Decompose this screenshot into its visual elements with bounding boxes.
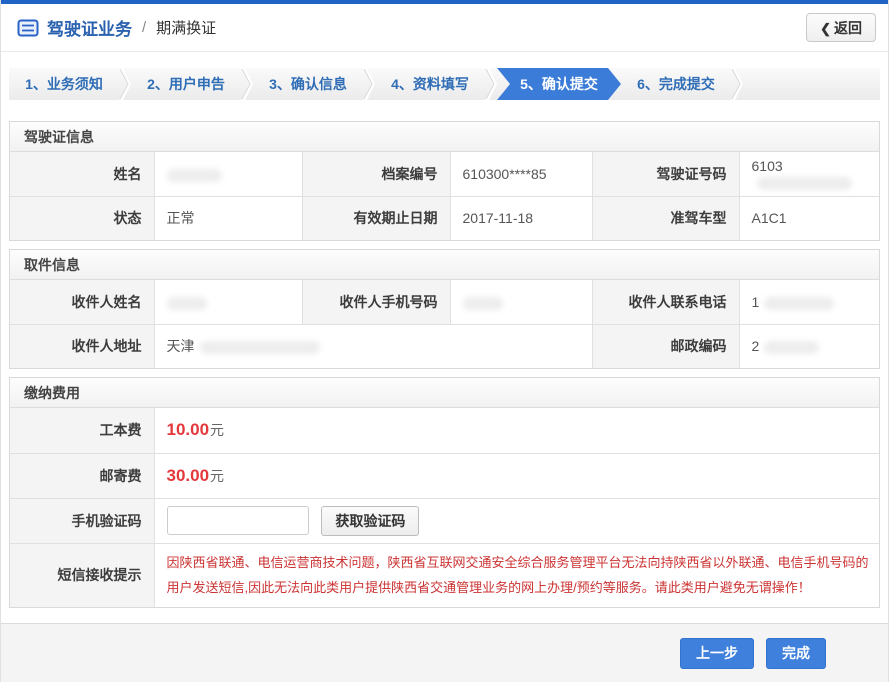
- step-3-confirm-info: 3、确认信息: [253, 68, 363, 100]
- license-info-section: 驾驶证信息 姓名 档案编号 610300****85 驾驶证号码 6103 状态…: [9, 121, 880, 241]
- expiry-value: 2017-11-18: [450, 196, 592, 240]
- license-section-title: 驾驶证信息: [10, 122, 879, 152]
- name-value: [154, 152, 302, 196]
- pickup-section-title: 取件信息: [10, 250, 879, 280]
- recipient-name-label: 收件人姓名: [10, 280, 154, 324]
- sms-notice-label: 短信接收提示: [10, 543, 154, 607]
- fees-section: 缴纳费用 工本费 10.00元 邮寄费 30.00元 手机验证码 获取验证码 短…: [9, 377, 880, 608]
- file-number-value: 610300****85: [450, 152, 592, 196]
- product-fee-amount: 10.00: [167, 420, 210, 439]
- back-button-label: 返回: [834, 20, 862, 36]
- breadcrumb: 驾驶证业务 / 期满换证: [17, 15, 216, 40]
- recipient-name-value: [154, 280, 302, 324]
- table-row: 姓名 档案编号 610300****85 驾驶证号码 6103: [10, 152, 879, 196]
- license-number-prefix: 6103: [752, 158, 783, 174]
- redacted-zip: [764, 341, 819, 354]
- table-row: 收件人地址 天津 邮政编码 2: [10, 324, 879, 368]
- fees-table: 工本费 10.00元 邮寄费 30.00元 手机验证码 获取验证码 短信接收提示…: [10, 408, 879, 607]
- license-info-table: 姓名 档案编号 610300****85 驾驶证号码 6103 状态 正常 有效…: [10, 152, 879, 240]
- address-value: 天津: [154, 324, 592, 368]
- zip-prefix: 2: [752, 338, 760, 354]
- recipient-mobile-value: [450, 280, 592, 324]
- expiry-label: 有效期止日期: [302, 196, 450, 240]
- contact-phone-prefix: 1: [752, 294, 760, 310]
- pickup-info-section: 取件信息 收件人姓名 收件人手机号码 收件人联系电话 1 收件人地址 天津 邮政…: [9, 249, 880, 369]
- license-number-value: 6103: [739, 152, 879, 196]
- step-4-fill-data: 4、资料填写: [375, 68, 485, 100]
- redacted-address: [200, 341, 320, 354]
- page: 驾驶证业务 / 期满换证 ❮返回 1、业务须知 2、用户申告 3、确认信息 4、…: [0, 0, 889, 682]
- step-separator-icon: [731, 68, 743, 100]
- address-label: 收件人地址: [10, 324, 154, 368]
- step-1-notice: 1、业务须知: [9, 68, 119, 100]
- step-5-confirm-submit-active: 5、确认提交: [497, 68, 621, 100]
- contact-phone-value: 1: [739, 280, 879, 324]
- address-prefix: 天津: [167, 338, 195, 354]
- previous-step-button[interactable]: 上一步: [680, 638, 754, 669]
- page-title: 驾驶证业务: [47, 15, 132, 40]
- step-2-declaration: 2、用户申告: [131, 68, 241, 100]
- status-label: 状态: [10, 196, 154, 240]
- captcha-input[interactable]: [167, 506, 309, 535]
- step-separator-icon: [485, 68, 497, 100]
- step-6-complete: 6、完成提交: [621, 68, 731, 100]
- file-number-label: 档案编号: [302, 152, 450, 196]
- sms-notice-cell: 因陕西省联通、电信运营商技术问题，陕西省互联网交通安全综合服务管理平台无法向持陕…: [154, 543, 879, 607]
- product-fee-label: 工本费: [10, 408, 154, 453]
- step-separator-icon: [119, 68, 131, 100]
- contact-phone-label: 收件人联系电话: [592, 280, 739, 324]
- chevron-left-icon: ❮: [820, 21, 831, 36]
- step-separator-icon: [241, 68, 253, 100]
- zip-value: 2: [739, 324, 879, 368]
- redacted-license-number: [757, 177, 852, 190]
- step-separator-icon: [363, 68, 375, 100]
- zip-label: 邮政编码: [592, 324, 739, 368]
- status-value: 正常: [154, 196, 302, 240]
- table-row: 手机验证码 获取验证码: [10, 498, 879, 543]
- product-fee-value: 10.00元: [154, 408, 879, 453]
- postage-fee-amount: 30.00: [167, 466, 210, 485]
- page-subtitle: 期满换证: [156, 17, 216, 38]
- table-row: 工本费 10.00元: [10, 408, 879, 453]
- redacted-mobile: [463, 297, 503, 310]
- back-button[interactable]: ❮返回: [806, 13, 876, 42]
- fees-section-title: 缴纳费用: [10, 378, 879, 408]
- redacted-name: [167, 169, 222, 182]
- redacted-recipient-name: [167, 297, 207, 310]
- table-row: 短信接收提示 因陕西省联通、电信运营商技术问题，陕西省互联网交通安全综合服务管理…: [10, 543, 879, 607]
- sms-notice-text: 因陕西省联通、电信运营商技术问题，陕西省互联网交通安全综合服务管理平台无法向持陕…: [167, 544, 880, 607]
- header: 驾驶证业务 / 期满换证 ❮返回: [1, 4, 888, 52]
- list-icon: [17, 19, 39, 37]
- postage-fee-value: 30.00元: [154, 453, 879, 498]
- postage-fee-label: 邮寄费: [10, 453, 154, 498]
- step-wizard: 1、业务须知 2、用户申告 3、确认信息 4、资料填写 5、确认提交 6、完成提…: [9, 68, 880, 100]
- recipient-mobile-label: 收件人手机号码: [302, 280, 450, 324]
- captcha-cell: 获取验证码: [154, 498, 879, 543]
- get-captcha-button[interactable]: 获取验证码: [321, 506, 419, 536]
- table-row: 状态 正常 有效期止日期 2017-11-18 准驾车型 A1C1: [10, 196, 879, 240]
- pickup-info-table: 收件人姓名 收件人手机号码 收件人联系电话 1 收件人地址 天津 邮政编码 2: [10, 280, 879, 368]
- redacted-phone: [764, 297, 834, 310]
- vehicle-class-value: A1C1: [739, 196, 879, 240]
- vehicle-class-label: 准驾车型: [592, 196, 739, 240]
- license-number-label: 驾驶证号码: [592, 152, 739, 196]
- table-row: 邮寄费 30.00元: [10, 453, 879, 498]
- breadcrumb-separator: /: [142, 19, 146, 36]
- fee-unit: 元: [210, 468, 224, 484]
- fee-unit: 元: [210, 422, 224, 438]
- step-bar-filler: [743, 68, 880, 100]
- footer-action-bar: 上一步 完成: [1, 623, 888, 682]
- captcha-label: 手机验证码: [10, 498, 154, 543]
- finish-button[interactable]: 完成: [766, 638, 826, 669]
- name-label: 姓名: [10, 152, 154, 196]
- table-row: 收件人姓名 收件人手机号码 收件人联系电话 1: [10, 280, 879, 324]
